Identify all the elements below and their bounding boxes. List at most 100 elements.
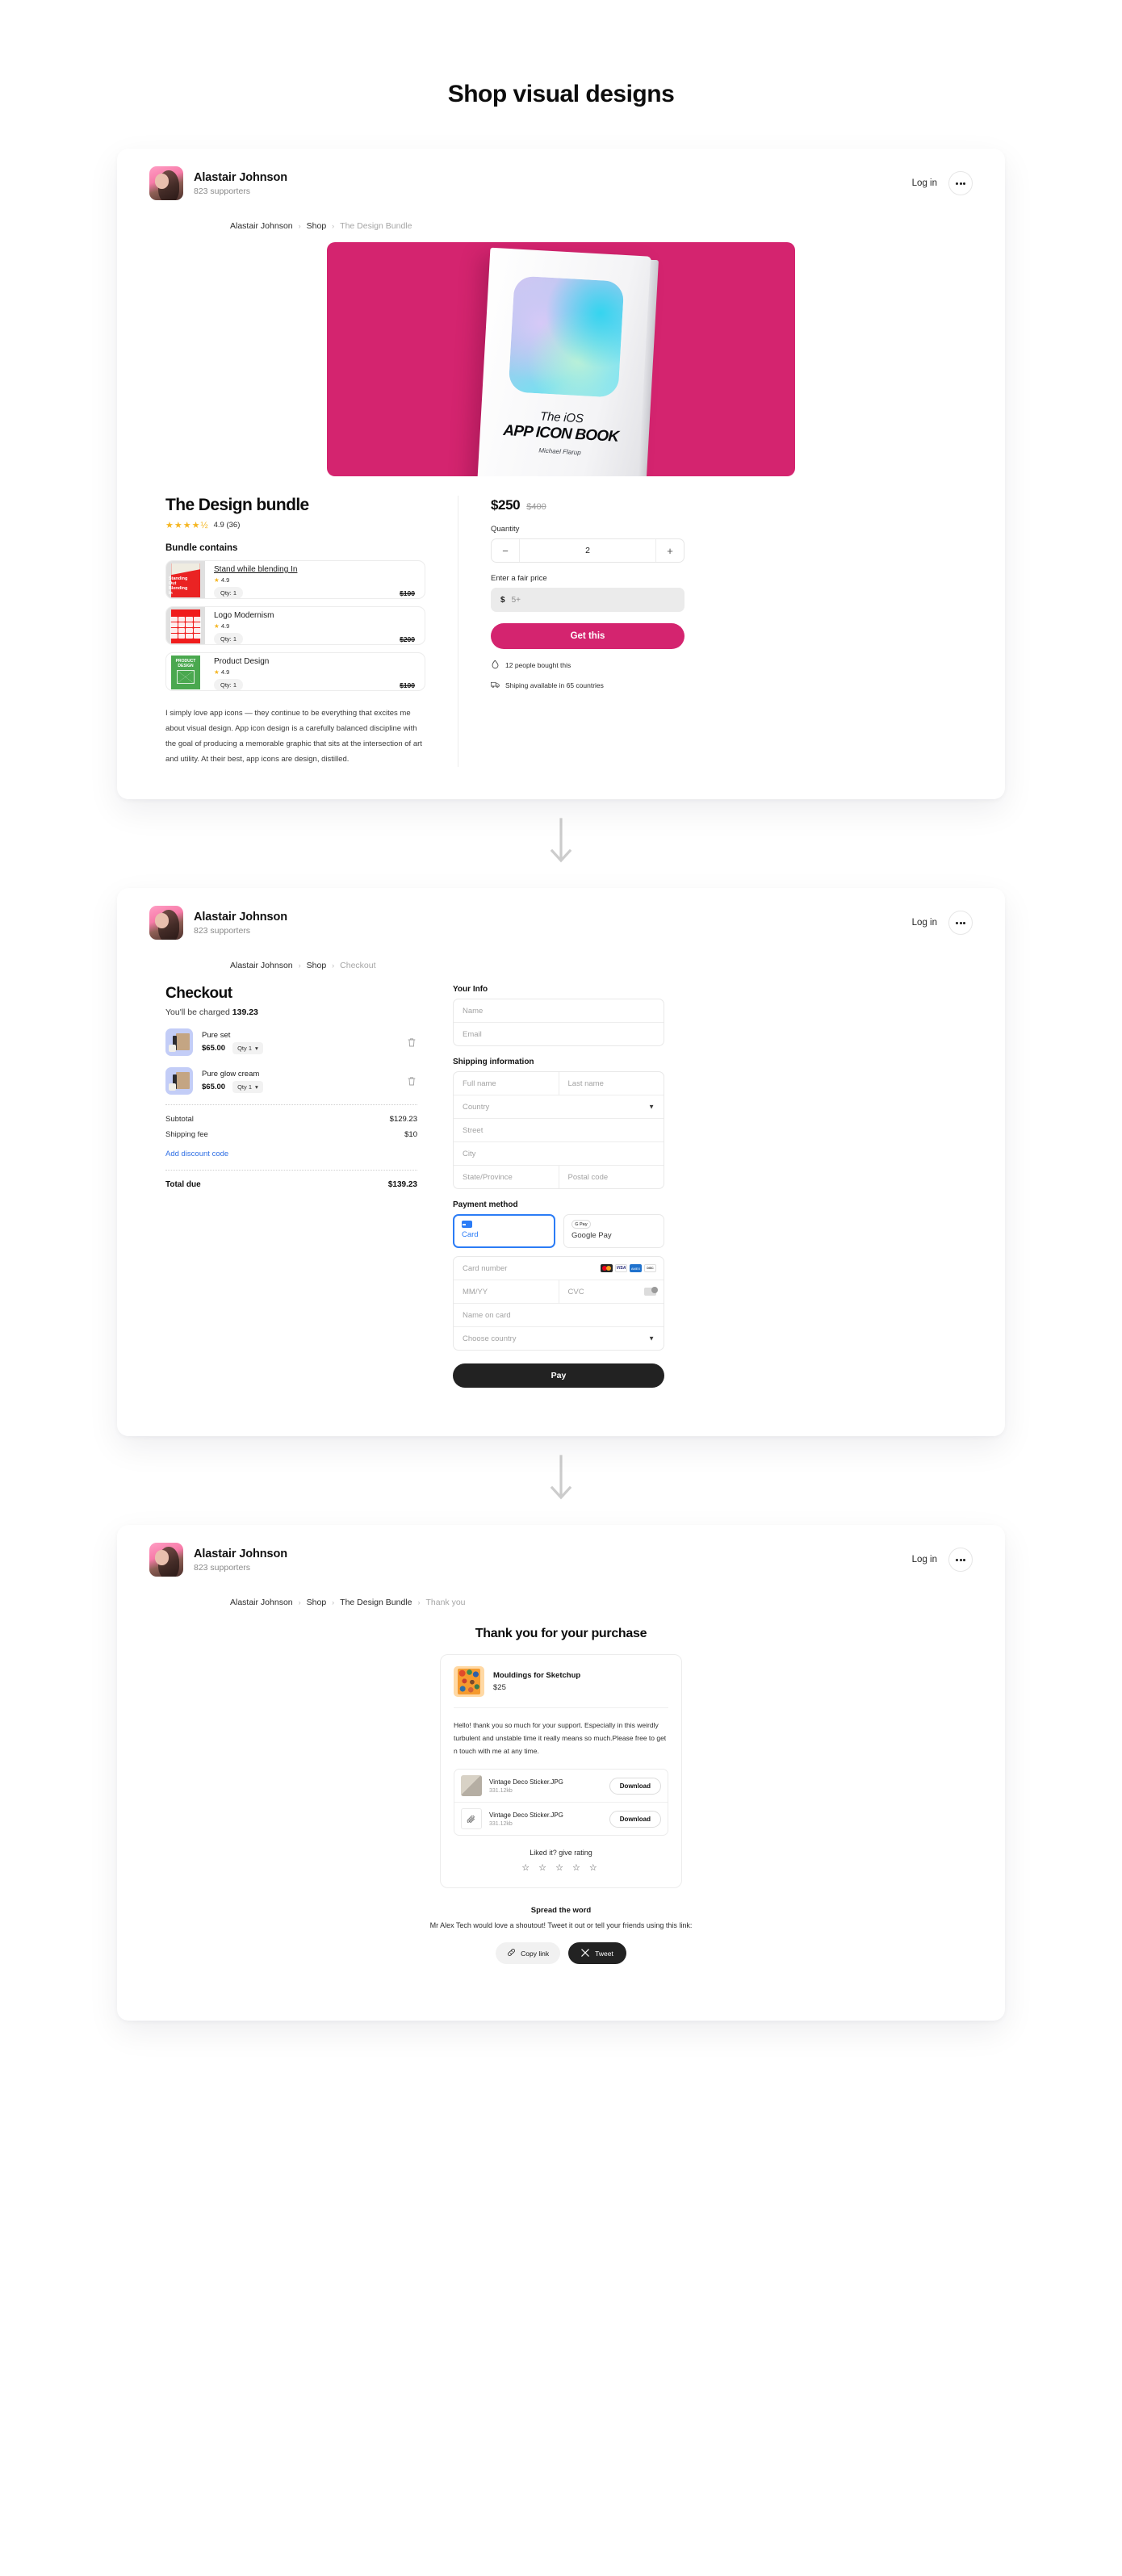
order-summary-column: Checkout You'll be charged 139.23 Pure s… bbox=[165, 985, 417, 1388]
bundle-item-price: $200 bbox=[400, 635, 415, 643]
product-description: I simply love app icons — they continue … bbox=[165, 709, 422, 764]
breadcrumb-item[interactable]: Alastair Johnson bbox=[230, 961, 293, 970]
shipping-fee-label: Shipping fee bbox=[165, 1130, 208, 1139]
expiry-field[interactable]: MM/YY bbox=[454, 1280, 559, 1303]
breadcrumb: Alastair Johnson › Shop › Checkout bbox=[117, 954, 1005, 970]
download-button[interactable]: Download bbox=[609, 1777, 661, 1795]
chevron-down-icon: ▼ bbox=[648, 1334, 655, 1342]
download-row: Vintage Deco Sticker.JPG 331.12kb Downlo… bbox=[454, 1770, 668, 1803]
bundle-item-qty: Qty: 1 bbox=[214, 633, 244, 644]
arrow-down-icon bbox=[550, 818, 572, 863]
delete-item-button[interactable] bbox=[406, 1037, 417, 1048]
cart-item-qty-select[interactable]: Qty 1 ▾ bbox=[232, 1041, 263, 1054]
rating-stars-input[interactable]: ☆ ☆ ☆ ☆ ☆ bbox=[454, 1862, 668, 1873]
breadcrumb-item[interactable]: Alastair Johnson bbox=[230, 221, 293, 231]
shipping-fee-value: $10 bbox=[404, 1130, 417, 1139]
bundle-contains-label: Bundle contains bbox=[165, 543, 238, 553]
delete-item-button[interactable] bbox=[406, 1075, 417, 1087]
total-due-row: Total due $139.23 bbox=[165, 1180, 417, 1189]
bundle-item-name[interactable]: Product Design bbox=[214, 657, 417, 666]
product-body: The Design bundle ★★★★½ 4.9 (36) Bundle … bbox=[149, 496, 973, 767]
breadcrumb-item[interactable]: The Design Bundle bbox=[340, 1598, 412, 1607]
payment-option-google-pay-label: Google Pay bbox=[571, 1231, 612, 1240]
google-pay-icon: G Pay bbox=[571, 1220, 591, 1229]
people-bought-note: 12 people bought this bbox=[491, 660, 685, 669]
bundle-item[interactable]: Standing Out Blending In Stand while blendi… bbox=[165, 560, 425, 599]
quantity-decrease-button[interactable]: − bbox=[492, 539, 519, 562]
cart-item-qty-select[interactable]: Qty 1 ▾ bbox=[232, 1080, 263, 1093]
page-title: Shop visual designs bbox=[447, 81, 675, 107]
amex-icon: AMEX bbox=[630, 1264, 642, 1272]
card-country-select[interactable]: Choose country ▼ bbox=[454, 1327, 664, 1350]
bundle-item-qty: Qty: 1 bbox=[214, 587, 244, 598]
card-fields: Card number VISA AMEX DISC MM/YY CVC Nam… bbox=[453, 1256, 664, 1351]
download-file-thumbnail bbox=[461, 1775, 482, 1797]
breadcrumb-item[interactable]: Shop bbox=[307, 221, 327, 231]
email-field[interactable]: Email bbox=[454, 1023, 664, 1045]
download-file-name: Vintage Deco Sticker.JPG bbox=[489, 1778, 563, 1786]
product-hero-image: The iOS APP ICON BOOK Michael Flarup bbox=[327, 242, 795, 476]
creator-name: Alastair Johnson bbox=[194, 1547, 288, 1560]
breadcrumb-current: The Design Bundle bbox=[340, 221, 412, 231]
more-options-button[interactable] bbox=[948, 1548, 973, 1572]
bundle-item-name[interactable]: Logo Modernism bbox=[214, 611, 417, 620]
chevron-down-icon: ▾ bbox=[255, 1083, 258, 1091]
bundle-item-price: $100 bbox=[400, 589, 415, 597]
card-number-field[interactable]: Card number VISA AMEX DISC bbox=[454, 1257, 664, 1280]
bundle-item-rating-value: 4.9 bbox=[220, 668, 230, 676]
dot-icon bbox=[955, 182, 958, 185]
checkout-title: Checkout bbox=[165, 985, 232, 1002]
chevron-right-icon: › bbox=[332, 222, 335, 230]
people-bought-text: 12 people bought this bbox=[505, 660, 571, 669]
payment-option-card[interactable]: Card bbox=[453, 1214, 555, 1248]
full-name-field[interactable]: Full name bbox=[454, 1072, 559, 1095]
add-discount-code-link[interactable]: Add discount code bbox=[165, 1150, 228, 1158]
chevron-right-icon: › bbox=[298, 961, 301, 970]
postal-code-field[interactable]: Postal code bbox=[559, 1166, 664, 1188]
dot-icon bbox=[963, 921, 966, 924]
last-name-field[interactable]: Last name bbox=[559, 1072, 664, 1095]
name-field[interactable]: Name bbox=[454, 999, 664, 1022]
more-options-button[interactable] bbox=[948, 171, 973, 195]
country-select[interactable]: Country ▼ bbox=[454, 1095, 664, 1118]
breadcrumb-item[interactable]: Shop bbox=[307, 961, 327, 970]
bundle-item[interactable]: Logo Modernism ★ 4.9 Qty: 1 $200 bbox=[165, 606, 425, 645]
chevron-down-icon: ▼ bbox=[648, 1103, 655, 1111]
city-field[interactable]: City bbox=[454, 1142, 664, 1165]
breadcrumb-item[interactable]: Alastair Johnson bbox=[230, 1598, 293, 1607]
quantity-value[interactable]: 2 bbox=[519, 539, 656, 562]
tweet-button[interactable]: Tweet bbox=[568, 1942, 626, 1965]
quantity-stepper[interactable]: − 2 + bbox=[491, 538, 685, 563]
bundle-item[interactable]: PRODUCT DESIGN Product Design ★ 4.9 Qty: … bbox=[165, 652, 425, 691]
login-button[interactable]: Log in bbox=[912, 178, 937, 188]
downloads-list: Vintage Deco Sticker.JPG 331.12kb Downlo… bbox=[454, 1769, 668, 1837]
chevron-right-icon: › bbox=[332, 961, 335, 970]
fair-price-input[interactable]: $ 5+ bbox=[491, 588, 685, 612]
download-button[interactable]: Download bbox=[609, 1810, 661, 1828]
pay-button[interactable]: Pay bbox=[453, 1363, 664, 1388]
book-cover-gradient-art bbox=[508, 275, 625, 398]
header-actions: Log in bbox=[912, 911, 973, 935]
your-info-fields: Name Email bbox=[453, 999, 664, 1046]
login-button[interactable]: Log in bbox=[912, 1555, 937, 1564]
bundle-item-price: $100 bbox=[400, 681, 415, 689]
payment-option-google-pay[interactable]: G Pay Google Pay bbox=[563, 1214, 664, 1248]
cvc-field[interactable]: CVC bbox=[559, 1280, 664, 1303]
quantity-increase-button[interactable]: + bbox=[656, 539, 684, 562]
spread-text: Mr Alex Tech would love a shoutout! Twee… bbox=[429, 1921, 693, 1930]
chevron-right-icon: › bbox=[298, 1598, 301, 1606]
cvc-hint-icon bbox=[644, 1287, 658, 1296]
name-on-card-field[interactable]: Name on card bbox=[454, 1304, 664, 1326]
state-province-field[interactable]: State/Province bbox=[454, 1166, 559, 1188]
bundle-item-name[interactable]: Stand while blending In bbox=[214, 565, 417, 574]
shipping-text: Shiping available in 65 countries bbox=[505, 681, 604, 689]
country-value: Country bbox=[463, 1102, 490, 1112]
rating-prompt: Liked it? give rating bbox=[530, 1849, 592, 1858]
copy-link-button[interactable]: Copy link bbox=[496, 1942, 561, 1965]
breadcrumb-item[interactable]: Shop bbox=[307, 1598, 327, 1607]
purchased-product-price: $25 bbox=[493, 1683, 506, 1692]
street-field[interactable]: Street bbox=[454, 1119, 664, 1141]
login-button[interactable]: Log in bbox=[912, 918, 937, 928]
more-options-button[interactable] bbox=[948, 911, 973, 935]
get-this-button[interactable]: Get this bbox=[491, 623, 685, 649]
